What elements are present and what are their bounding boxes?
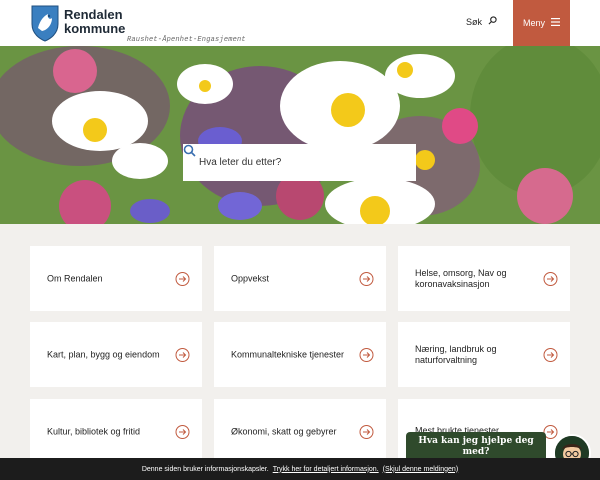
- search-input[interactable]: [199, 157, 404, 168]
- municipality-name[interactable]: Rendalen kommune: [64, 8, 125, 36]
- card-label: Kultur, bibliotek og fritid: [47, 426, 141, 436]
- card-kommunaltekniske[interactable]: Kommunaltekniske tjenester: [214, 322, 386, 387]
- cookie-details-link[interactable]: Trykk her for detaljert informasjon.: [273, 466, 379, 473]
- menu-button[interactable]: Meny: [513, 0, 570, 46]
- arrow-right-icon: [543, 347, 558, 362]
- arrow-right-icon: [175, 424, 190, 439]
- card-label: Kommunaltekniske tjenester: [231, 349, 345, 359]
- arrow-right-icon: [175, 347, 190, 362]
- cookie-banner: Denne siden bruker informasjonskapsler. …: [0, 458, 600, 480]
- tagline: Raushet-Åpenhet-Engasjement: [127, 36, 246, 44]
- card-om-rendalen[interactable]: Om Rendalen: [30, 246, 202, 311]
- card-label: Kart, plan, bygg og eiendom: [47, 349, 160, 359]
- card-kart-plan[interactable]: Kart, plan, bygg og eiendom: [30, 322, 202, 387]
- card-kultur-bibliotek[interactable]: Kultur, bibliotek og fritid: [30, 399, 202, 464]
- search-icon: [488, 16, 497, 27]
- hero-banner: [0, 46, 600, 224]
- card-oppvekst[interactable]: Oppvekst: [214, 246, 386, 311]
- logo-line-1: Rendalen: [64, 7, 123, 22]
- logo-line-2: kommune: [64, 21, 126, 36]
- arrow-right-icon: [359, 424, 374, 439]
- menu-label: Meny: [522, 18, 545, 28]
- card-label: Om Rendalen: [47, 273, 103, 283]
- card-label: Økonomi, skatt og gebyrer: [231, 426, 337, 436]
- arrow-right-icon: [359, 347, 374, 362]
- flower-photo: [0, 46, 600, 224]
- arrow-right-icon: [359, 271, 374, 286]
- arrow-right-icon: [175, 271, 190, 286]
- card-label: Oppvekst: [231, 273, 270, 283]
- search-button[interactable]: Søk: [466, 16, 497, 27]
- card-naering-landbruk[interactable]: Næring, landbruk og naturforvaltning: [398, 322, 570, 387]
- cookie-text: Denne siden bruker informasjonskapsler.: [141, 465, 269, 473]
- cookie-hide-link[interactable]: (Skjul denne meldingen): [383, 466, 459, 473]
- hero-search-box[interactable]: [183, 144, 416, 181]
- card-okonomi-skatt[interactable]: Økonomi, skatt og gebyrer: [214, 399, 386, 464]
- site-header: Rendalen kommune Raushet-Åpenhet-Engasje…: [0, 0, 600, 46]
- card-label: Næring, landbruk og naturforvaltning: [415, 343, 497, 365]
- search-label: Søk: [466, 16, 483, 27]
- arrow-right-icon: [543, 271, 558, 286]
- hamburger-icon: [551, 18, 560, 28]
- card-helse-omsorg[interactable]: Helse, omsorg, Nav og koronavaksinasjon: [398, 246, 570, 311]
- coat-of-arms-logo[interactable]: [30, 4, 60, 42]
- card-label: Helse, omsorg, Nav og koronavaksinasjon: [415, 267, 507, 289]
